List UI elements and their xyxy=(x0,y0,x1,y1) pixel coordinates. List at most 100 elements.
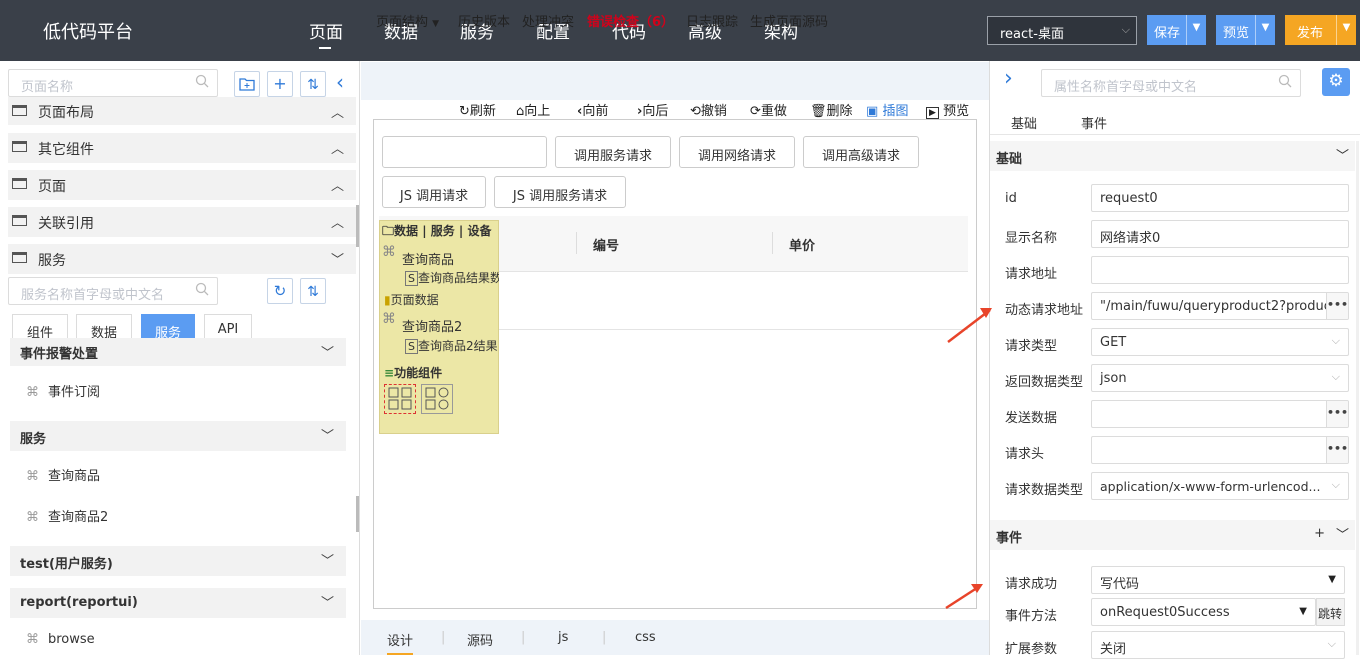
page-structure-menu[interactable]: 页面结构 ▼ xyxy=(376,11,439,30)
undo-action[interactable]: ⟲撤销 xyxy=(690,100,727,119)
tree-item-query2-result[interactable]: S 查询商品2结果 xyxy=(405,337,499,354)
tree-item-query-product2[interactable]: 查询商品2 xyxy=(402,316,462,335)
refresh-button[interactable]: ↻ xyxy=(267,278,293,304)
service-item-browse[interactable]: ⌘ browse xyxy=(26,632,95,647)
category-page-layout[interactable]: 页面布局 ︿ xyxy=(8,97,356,125)
collapse-left-icon[interactable]: ‹ xyxy=(336,70,344,94)
project-select[interactable]: react-桌面 ⌵ xyxy=(987,16,1137,45)
history-versions-link[interactable]: 历史版本 xyxy=(458,11,510,30)
tree-root[interactable]: 🗀数据 | 服务 | 设备 xyxy=(382,222,492,243)
search-icon xyxy=(195,74,209,88)
group-event-alarm[interactable]: 事件报警处置 ﹀ xyxy=(10,338,346,366)
property-search-input[interactable]: 属性名称首字母或中文名 xyxy=(1041,69,1301,97)
prop-send-data-input[interactable]: ••• xyxy=(1091,400,1349,428)
section-basic[interactable]: 基础 ﹀ xyxy=(990,141,1355,171)
save-dropdown-icon[interactable]: ▼ xyxy=(1186,15,1206,45)
error-check-link[interactable]: 错误检查（6） xyxy=(587,11,674,30)
section-events[interactable]: 事件 + ﹀ xyxy=(990,520,1355,550)
service-search-input[interactable]: 服务名称首字母或中文名 xyxy=(8,277,218,305)
js-call-service-request-button[interactable]: JS 调用服务请求 xyxy=(494,176,626,208)
resolve-conflict-link[interactable]: 处理冲突 xyxy=(522,11,574,30)
event-request-success-select[interactable]: 写代码 ▼ xyxy=(1091,566,1345,594)
service-item-query-product[interactable]: ⌘ 查询商品 xyxy=(26,465,100,484)
tab-js[interactable]: js xyxy=(558,630,568,645)
move-forward-action[interactable]: ‹向前 xyxy=(577,100,608,119)
preview-action[interactable]: ▶ 预览 xyxy=(926,100,969,119)
log-trace-link[interactable]: 日志跟踪 xyxy=(686,11,738,30)
prop-request-headers-input[interactable]: ••• xyxy=(1091,436,1349,464)
tree-item-query-result[interactable]: S 查询商品结果数 xyxy=(405,269,499,286)
tree-func-components[interactable]: ≡功能组件 xyxy=(384,364,442,381)
settings-button[interactable]: ⚙ xyxy=(1322,68,1350,96)
category-page[interactable]: 页面 ︿ xyxy=(8,170,356,200)
column-header-number[interactable]: 编号 xyxy=(593,235,619,254)
more-icon[interactable]: ••• xyxy=(1326,293,1348,319)
prop-display-name-input[interactable]: 网络请求0 xyxy=(1091,220,1349,248)
nav-active-indicator xyxy=(319,47,331,49)
sort-services-button[interactable]: ⇅ xyxy=(300,278,326,304)
group-report[interactable]: report(reportui) ﹀ xyxy=(10,588,346,618)
call-network-request-button[interactable]: 调用网络请求 xyxy=(679,136,795,168)
collapse-right-icon[interactable]: › xyxy=(1004,66,1013,91)
category-label: 页面布局 xyxy=(38,105,94,121)
nav-page[interactable]: 页面 xyxy=(309,18,343,43)
save-button[interactable]: 保存 ▼ xyxy=(1147,15,1206,45)
tree-item-page-data[interactable]: ▮页面数据 xyxy=(384,291,439,308)
call-advanced-request-button[interactable]: 调用高级请求 xyxy=(803,136,919,168)
tab-source[interactable]: 源码 xyxy=(467,630,493,649)
add-page-button[interactable]: + xyxy=(267,71,293,97)
prop-request-url-input[interactable] xyxy=(1091,256,1349,284)
tab-design[interactable]: 设计 xyxy=(387,630,414,655)
component-grid-icon[interactable] xyxy=(384,384,416,414)
prop-content-type-select[interactable]: application/x-www-form-urlencod... ⌵ xyxy=(1091,472,1349,500)
scrollbar-track[interactable] xyxy=(1356,141,1359,655)
service-icon: ⌘ xyxy=(382,311,396,327)
prop-dynamic-url-input[interactable]: "/main/fuwu/queryproduct2?product ••• xyxy=(1091,292,1349,320)
group-service[interactable]: 服务 ﹀ xyxy=(10,421,346,451)
more-icon[interactable]: ••• xyxy=(1326,437,1348,463)
move-up-action[interactable]: ⌂向上 xyxy=(516,100,550,119)
annotation-arrow-icon xyxy=(945,584,983,610)
move-backward-action[interactable]: ›向后 xyxy=(637,100,668,119)
event-method-select[interactable]: onRequest0Success ▼ xyxy=(1091,598,1316,626)
insert-image-action[interactable]: ▣ 插图 xyxy=(866,100,908,119)
jump-button[interactable]: 跳转 xyxy=(1316,598,1345,626)
tab-basic[interactable]: 基础 xyxy=(1011,113,1037,132)
page-search-input[interactable]: 页面名称 xyxy=(8,69,218,97)
category-other-components[interactable]: 其它组件 ︿ xyxy=(8,133,356,163)
prop-response-type-value: json xyxy=(1100,371,1127,386)
sort-button[interactable]: ⇅ xyxy=(300,71,326,97)
prop-id-input[interactable]: request0 xyxy=(1091,184,1349,212)
folder-icon: 🗀 xyxy=(382,224,395,238)
scrollbar-thumb[interactable] xyxy=(356,496,359,532)
generate-source-link[interactable]: 生成页面源码 xyxy=(750,11,828,30)
component-shapes-icon[interactable] xyxy=(421,384,453,414)
redo-action[interactable]: ⟳重做 xyxy=(750,100,787,119)
service-search-placeholder: 服务名称首字母或中文名 xyxy=(21,288,165,303)
tree-item-query-product[interactable]: 查询商品 xyxy=(402,249,454,268)
delete-action[interactable]: 🗑删除 xyxy=(810,100,853,119)
scrollbar-thumb[interactable] xyxy=(356,205,359,247)
prop-request-type-select[interactable]: GET ⌵ xyxy=(1091,328,1349,356)
call-service-request-button[interactable]: 调用服务请求 xyxy=(555,136,671,168)
preview-dropdown-icon[interactable]: ▼ xyxy=(1255,15,1275,45)
new-folder-button[interactable] xyxy=(234,71,260,97)
group-test[interactable]: test(用户服务) ﹀ xyxy=(10,546,346,576)
publish-dropdown-icon[interactable]: ▼ xyxy=(1336,15,1356,45)
service-item-query-product2[interactable]: ⌘ 查询商品2 xyxy=(26,506,108,525)
service-item-event-subscribe[interactable]: ⌘ 事件订阅 xyxy=(26,381,100,400)
tab-events[interactable]: 事件 xyxy=(1081,113,1107,132)
refresh-action[interactable]: ↻刷新 xyxy=(459,100,496,119)
more-icon[interactable]: ••• xyxy=(1326,401,1348,427)
js-call-request-button[interactable]: JS 调用请求 xyxy=(382,176,486,208)
chevron-down-icon: ﹀ xyxy=(320,596,334,611)
column-header-price[interactable]: 单价 xyxy=(789,235,815,254)
preview-button[interactable]: 预览 ▼ xyxy=(1216,15,1275,45)
prop-response-type-select[interactable]: json ⌵ xyxy=(1091,364,1349,392)
category-service[interactable]: 服务 ﹀ xyxy=(8,244,356,274)
plus-icon[interactable]: + xyxy=(1314,526,1325,541)
canvas-text-input[interactable] xyxy=(382,136,547,168)
publish-button[interactable]: 发布 ▼ xyxy=(1285,15,1356,45)
category-references[interactable]: 关联引用 ︿ xyxy=(8,207,356,237)
tab-css[interactable]: css xyxy=(635,630,656,645)
